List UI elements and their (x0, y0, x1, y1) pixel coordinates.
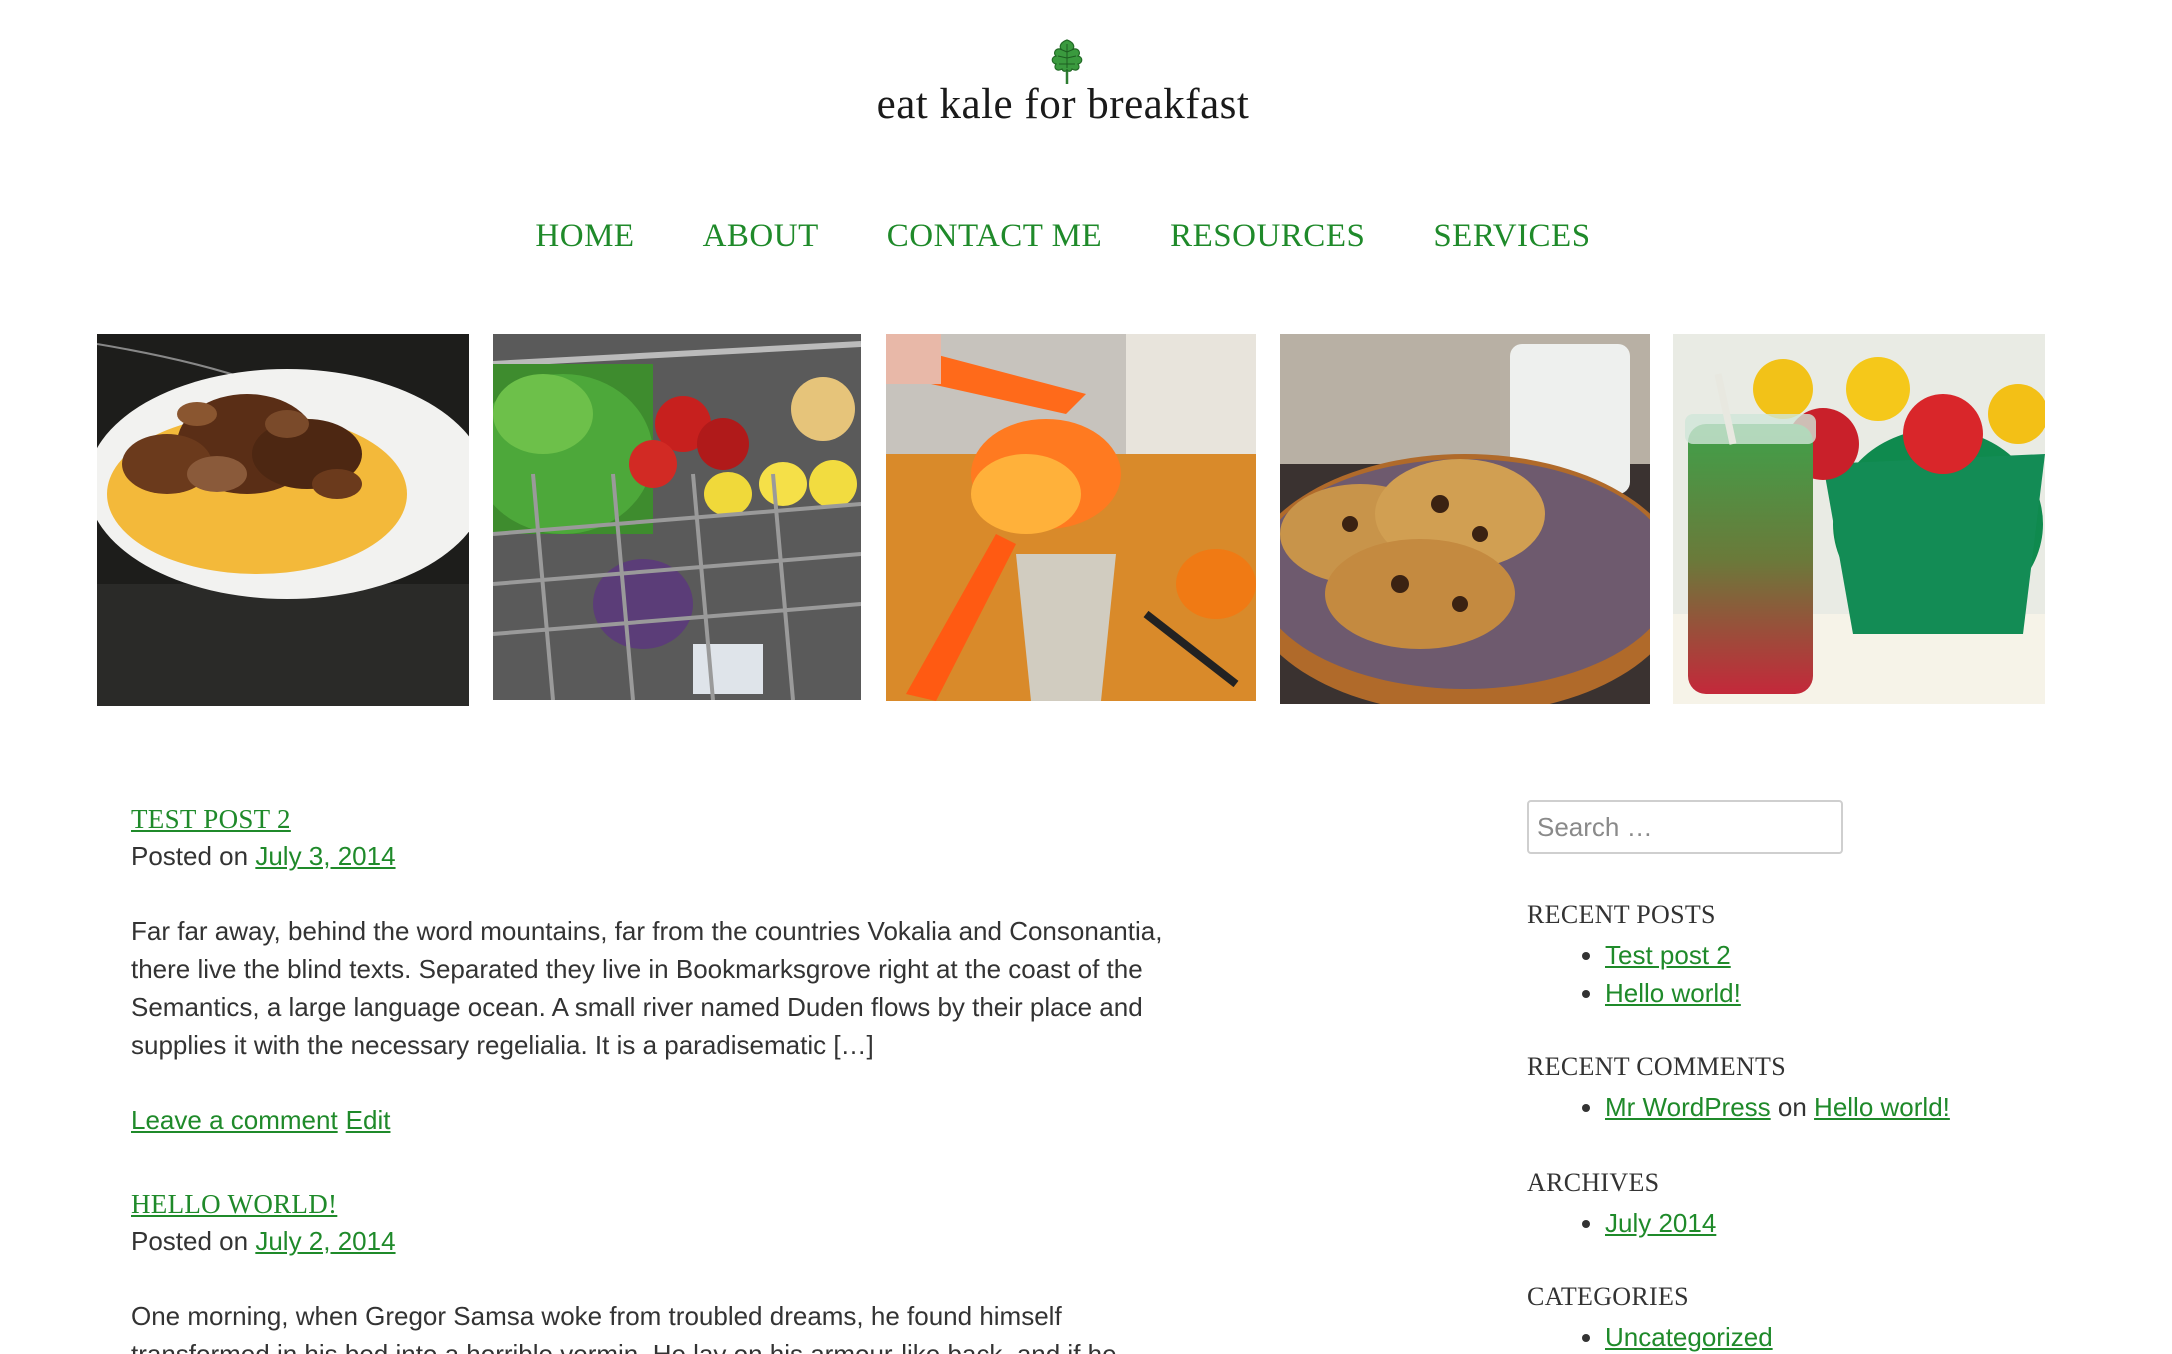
juice-fruit-bowl-photo (1673, 334, 2045, 704)
recent-comments-widget: RECENT COMMENTS Mr WordPress on Hello wo… (1527, 1050, 2127, 1126)
nav-services[interactable]: SERVICES (1433, 218, 1590, 255)
widget-heading: RECENT COMMENTS (1527, 1052, 1786, 1081)
comment-post-link[interactable]: Hello world! (1814, 1092, 1950, 1122)
list-item: Hello world! (1605, 974, 2127, 1012)
post-excerpt: One morning, when Gregor Samsa woke from… (131, 1301, 1117, 1354)
kale-leaf-icon (1051, 39, 1083, 84)
recent-comments-list: Mr WordPress on Hello world! (1527, 1088, 2127, 1126)
widget-heading: RECENT POSTS (1527, 900, 1716, 929)
leave-comment-link[interactable]: Leave a comment (131, 1105, 338, 1135)
list-item: Test post 2 (1605, 936, 2127, 974)
list-item: Uncategorized (1605, 1318, 2127, 1354)
archive-link[interactable]: July 2014 (1605, 1208, 1716, 1238)
post-excerpt: Far far away, behind the word mountains,… (131, 916, 1163, 1060)
posted-on-label: Posted on (131, 1226, 249, 1256)
post-test-post-2: TEST POST 2 Posted on July 3, 2014 Far f… (131, 802, 1191, 1138)
post-date-link[interactable]: July 2, 2014 (255, 1226, 395, 1256)
nav-about[interactable]: ABOUT (703, 218, 819, 255)
posted-on-label: Posted on (131, 841, 249, 871)
archives-list: July 2014 (1527, 1204, 2127, 1242)
comment-author-link[interactable]: Mr WordPress (1605, 1092, 1771, 1122)
recent-posts-list: Test post 2 Hello world! (1527, 936, 2127, 1012)
search-input[interactable] (1527, 800, 1843, 854)
nav-contact-me[interactable]: CONTACT ME (887, 218, 1102, 255)
post-meta: Posted on July 3, 2014 (131, 838, 1191, 874)
edit-link[interactable]: Edit (346, 1105, 391, 1135)
recent-post-link[interactable]: Hello world! (1605, 978, 1741, 1008)
widget-heading: ARCHIVES (1527, 1168, 1660, 1197)
citrus-juicer-photo (886, 334, 1256, 701)
main-nav: HOME ABOUT CONTACT ME RESOURCES SERVICES (0, 218, 2126, 255)
grocery-cart-photo (493, 334, 861, 700)
mushroom-polenta-photo (97, 334, 469, 706)
recent-posts-widget: RECENT POSTS Test post 2 Hello world! (1527, 898, 2127, 1012)
category-link[interactable]: Uncategorized (1605, 1322, 1773, 1352)
post-hello-world: HELLO WORLD! Posted on July 2, 2014 One … (131, 1187, 1191, 1354)
nav-resources[interactable]: RESOURCES (1170, 218, 1365, 255)
post-title[interactable]: TEST POST 2 (131, 802, 291, 836)
comment-on-label: on (1777, 1092, 1807, 1122)
list-item: Mr WordPress on Hello world! (1605, 1088, 2127, 1126)
archives-widget: ARCHIVES July 2014 (1527, 1166, 2127, 1242)
nav-home[interactable]: HOME (535, 218, 634, 255)
post-meta: Posted on July 2, 2014 (131, 1223, 1191, 1259)
post-title[interactable]: HELLO WORLD! (131, 1187, 337, 1221)
list-item: July 2014 (1605, 1204, 2127, 1242)
site-title[interactable]: eat kale for breakfast (0, 80, 2126, 129)
categories-list: Uncategorized (1527, 1318, 2127, 1354)
categories-widget: CATEGORIES Uncategorized (1527, 1280, 2127, 1354)
post-date-link[interactable]: July 3, 2014 (255, 841, 395, 871)
post-footer: Leave a comment Edit (131, 1102, 1191, 1138)
cookies-milk-photo (1280, 334, 1650, 704)
recent-post-link[interactable]: Test post 2 (1605, 940, 1731, 970)
widget-heading: CATEGORIES (1527, 1282, 1689, 1311)
